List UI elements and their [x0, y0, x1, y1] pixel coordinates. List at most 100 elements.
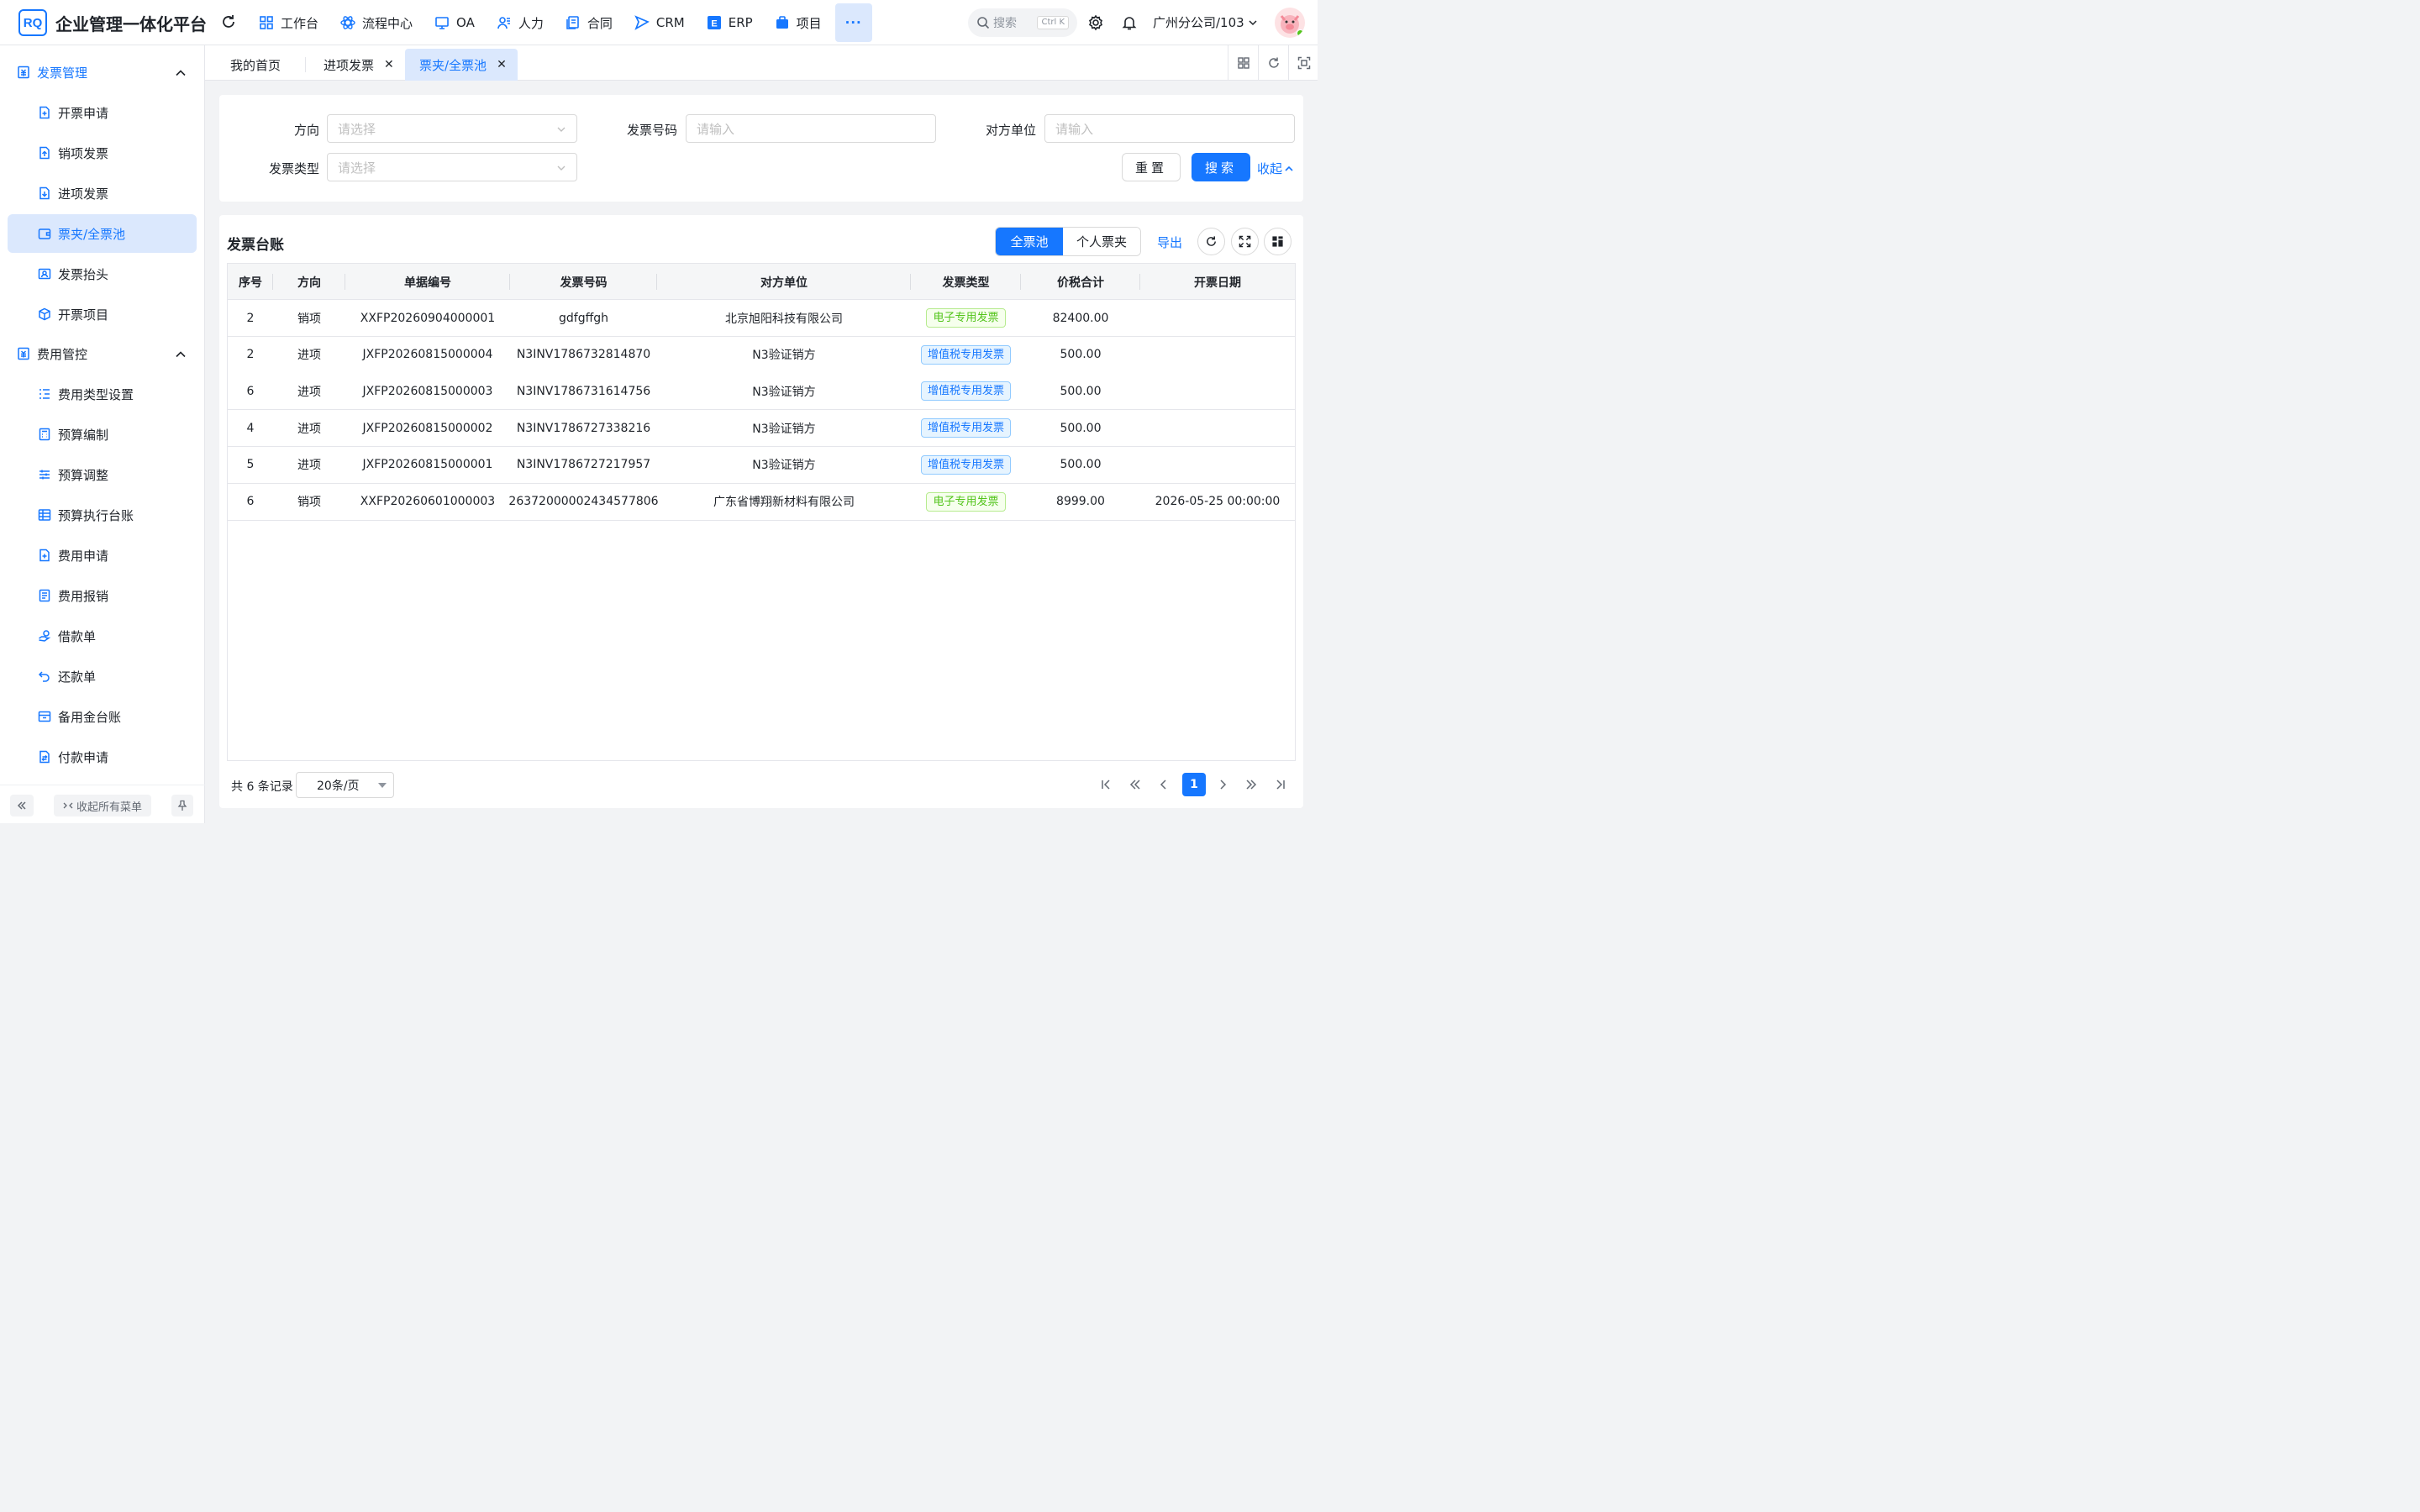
collapse-sidebar-button[interactable] [10, 795, 34, 816]
table-refresh-button[interactable] [1197, 228, 1225, 255]
sidebar-item-output-invoice[interactable]: 销项发票 [8, 134, 197, 172]
app-logo[interactable]: RQ [18, 9, 47, 36]
sidebar-item-expense-claim[interactable]: 费用报销 [8, 576, 197, 615]
sidebar-item-petty-cash[interactable]: 备用金台账 [8, 697, 197, 736]
sidebar-item-label: 票夹/全票池 [58, 226, 126, 242]
table-row[interactable]: 2 销项 XXFP20260904000001 gdfgffgh 北京旭阳科技有限公司 电… [228, 300, 1295, 337]
sidebar-item-label: 费用申请 [58, 548, 109, 564]
seg-personal-folder[interactable]: 个人票夹 [1063, 228, 1140, 255]
sidebar-item-label: 借款单 [58, 628, 97, 644]
sidebar-item-label: 开票项目 [58, 307, 109, 323]
avatar[interactable] [1275, 8, 1305, 38]
cell-invoice-no: N3INV1786732814870 [516, 348, 651, 362]
file-text-icon [38, 589, 51, 602]
table-icon [38, 508, 51, 522]
page-size-select[interactable]: 20条/页 [296, 772, 394, 798]
col-header-date: 开票日期 [1194, 276, 1241, 290]
direction-select[interactable]: 请选择 [327, 114, 577, 143]
invoice-no-input[interactable]: 请输入 [686, 114, 936, 143]
sidebar-item-loan[interactable]: 借款单 [8, 617, 197, 655]
table-row[interactable]: 5 进项 JXFP20260815000001 N3INV1786727217957 N… [228, 446, 1295, 484]
nav-more-button[interactable]: ··· [834, 3, 872, 42]
invoice-no-placeholder: 请输入 [697, 121, 735, 137]
col-header-index: 序号 [228, 264, 273, 300]
sidebar-item-input-invoice[interactable]: 进项发票 [8, 174, 197, 213]
cell-doc-no: JXFP20260815000002 [362, 421, 493, 435]
counterparty-input[interactable]: 请输入 [1044, 114, 1295, 143]
tab-home[interactable]: 我的首页 [205, 49, 306, 81]
nav-item-hr[interactable]: 人力 [488, 3, 552, 42]
cell-invoice-no: N3INV1786727217957 [516, 458, 651, 472]
next-group-button[interactable] [1239, 773, 1263, 796]
nav-item-workbench[interactable]: 工作台 [250, 3, 327, 42]
table-row[interactable]: 6 销项 XXFP20260601000003 2637200000243457780… [228, 483, 1295, 521]
table-row[interactable]: 2 进项 JXFP20260815000004 N3INV1786732814870 N… [228, 336, 1295, 374]
chevron-down-icon [556, 124, 566, 134]
pin-sidebar-button[interactable] [171, 795, 193, 816]
nav-item-erp[interactable]: E ERP [698, 3, 761, 42]
sidebar-group-expense[interactable]: 费用管控 [0, 333, 205, 374]
sidebar-item-invoice-header[interactable]: 发票抬头 [8, 255, 197, 293]
company-selector[interactable]: 广州分公司/103 [1153, 13, 1258, 31]
col-header-direction: 方向 [273, 264, 345, 300]
export-link[interactable]: 导出 [1157, 234, 1182, 251]
nav-item-project[interactable]: 项目 [766, 3, 830, 42]
users-icon [497, 15, 512, 30]
reset-button[interactable]: 重置 [1122, 153, 1181, 181]
sidebar-item-invoice-items[interactable]: 开票项目 [8, 295, 197, 333]
close-icon[interactable]: ✕ [384, 58, 394, 71]
collapse-all-label: 收起所有菜单 [76, 801, 142, 814]
tab-invoice-pool[interactable]: 票夹/全票池 ✕ [405, 49, 518, 81]
collapse-all-menus-button[interactable]: 收起所有菜单 [54, 795, 151, 816]
cell-date: 2026-05-25 00:00:00 [1155, 495, 1281, 508]
invoice-no-label: 发票号码 [626, 123, 677, 138]
last-page-button[interactable] [1269, 773, 1292, 796]
sidebar-item-expense-request[interactable]: 费用申请 [8, 536, 197, 575]
nav-item-crm[interactable]: CRM [626, 3, 693, 42]
bell-icon[interactable] [1121, 14, 1138, 31]
close-icon[interactable]: ✕ [497, 58, 507, 71]
nav-label: 人力 [518, 15, 544, 31]
nav-label: 项目 [796, 15, 822, 31]
search-button[interactable]: 搜索 [1192, 153, 1250, 181]
sidebar-item-label: 备用金台账 [58, 709, 122, 725]
tab-refresh-button[interactable] [1258, 45, 1288, 81]
table-row[interactable]: 4 进项 JXFP20260815000002 N3INV1786727338216 N… [228, 410, 1295, 448]
collapse-form-link[interactable]: 收起 [1257, 160, 1294, 177]
next-page-button[interactable] [1211, 773, 1234, 796]
first-page-button[interactable] [1094, 773, 1118, 796]
cell-invoice-no: gdfgffgh [559, 311, 608, 325]
sidebar-item-budget-ledger[interactable]: 预算执行台账 [8, 496, 197, 534]
invoice-type-select[interactable]: 请选择 [327, 153, 577, 181]
column-settings-button[interactable] [1264, 228, 1292, 255]
sidebar-item-label: 预算编制 [58, 427, 109, 443]
table-row[interactable]: 6 进项 JXFP20260815000003 N3INV1786731614756 N… [228, 373, 1295, 411]
sidebar-group-invoice[interactable]: 发票管理 [0, 52, 205, 92]
nav-label: 工作台 [281, 15, 319, 31]
prev-page-button[interactable] [1152, 773, 1176, 796]
refresh-icon[interactable] [220, 13, 237, 30]
sidebar-item-payment-request[interactable]: 付款申请 [8, 738, 197, 776]
tab-fullscreen-button[interactable] [1288, 45, 1318, 81]
nav-item-oa[interactable]: OA [426, 3, 483, 42]
prev-group-button[interactable] [1123, 773, 1147, 796]
seg-all-pool[interactable]: 全票池 [996, 228, 1063, 255]
gear-icon[interactable] [1087, 14, 1104, 31]
sidebar-item-budget-compile[interactable]: 预算编制 [8, 415, 197, 454]
undo-icon [38, 669, 51, 683]
file-plus-icon [38, 106, 51, 119]
tab-grid-button[interactable] [1228, 45, 1258, 81]
search-input[interactable]: 搜索 Ctrl K [968, 8, 1077, 37]
cell-invoice-type: 电子专用发票 [911, 484, 1021, 520]
nav-item-process[interactable]: 流程中心 [332, 3, 421, 42]
tab-input-invoice[interactable]: 进项发票 ✕ [306, 49, 404, 81]
sidebar-item-invoice-pool[interactable]: 票夹/全票池 [8, 214, 197, 253]
sidebar-item-issue-request[interactable]: 开票申请 [8, 93, 197, 132]
nav-item-contract[interactable]: 合同 [557, 3, 621, 42]
sidebar-item-expense-type[interactable]: 费用类型设置 [8, 375, 197, 413]
sidebar-item-repayment[interactable]: 还款单 [8, 657, 197, 696]
invoice-type-tag: 增值税专用发票 [920, 344, 1011, 365]
page-number-current[interactable]: 1 [1182, 773, 1206, 796]
table-fullscreen-button[interactable] [1231, 228, 1259, 255]
sidebar-item-budget-adjust[interactable]: 预算调整 [8, 455, 197, 494]
